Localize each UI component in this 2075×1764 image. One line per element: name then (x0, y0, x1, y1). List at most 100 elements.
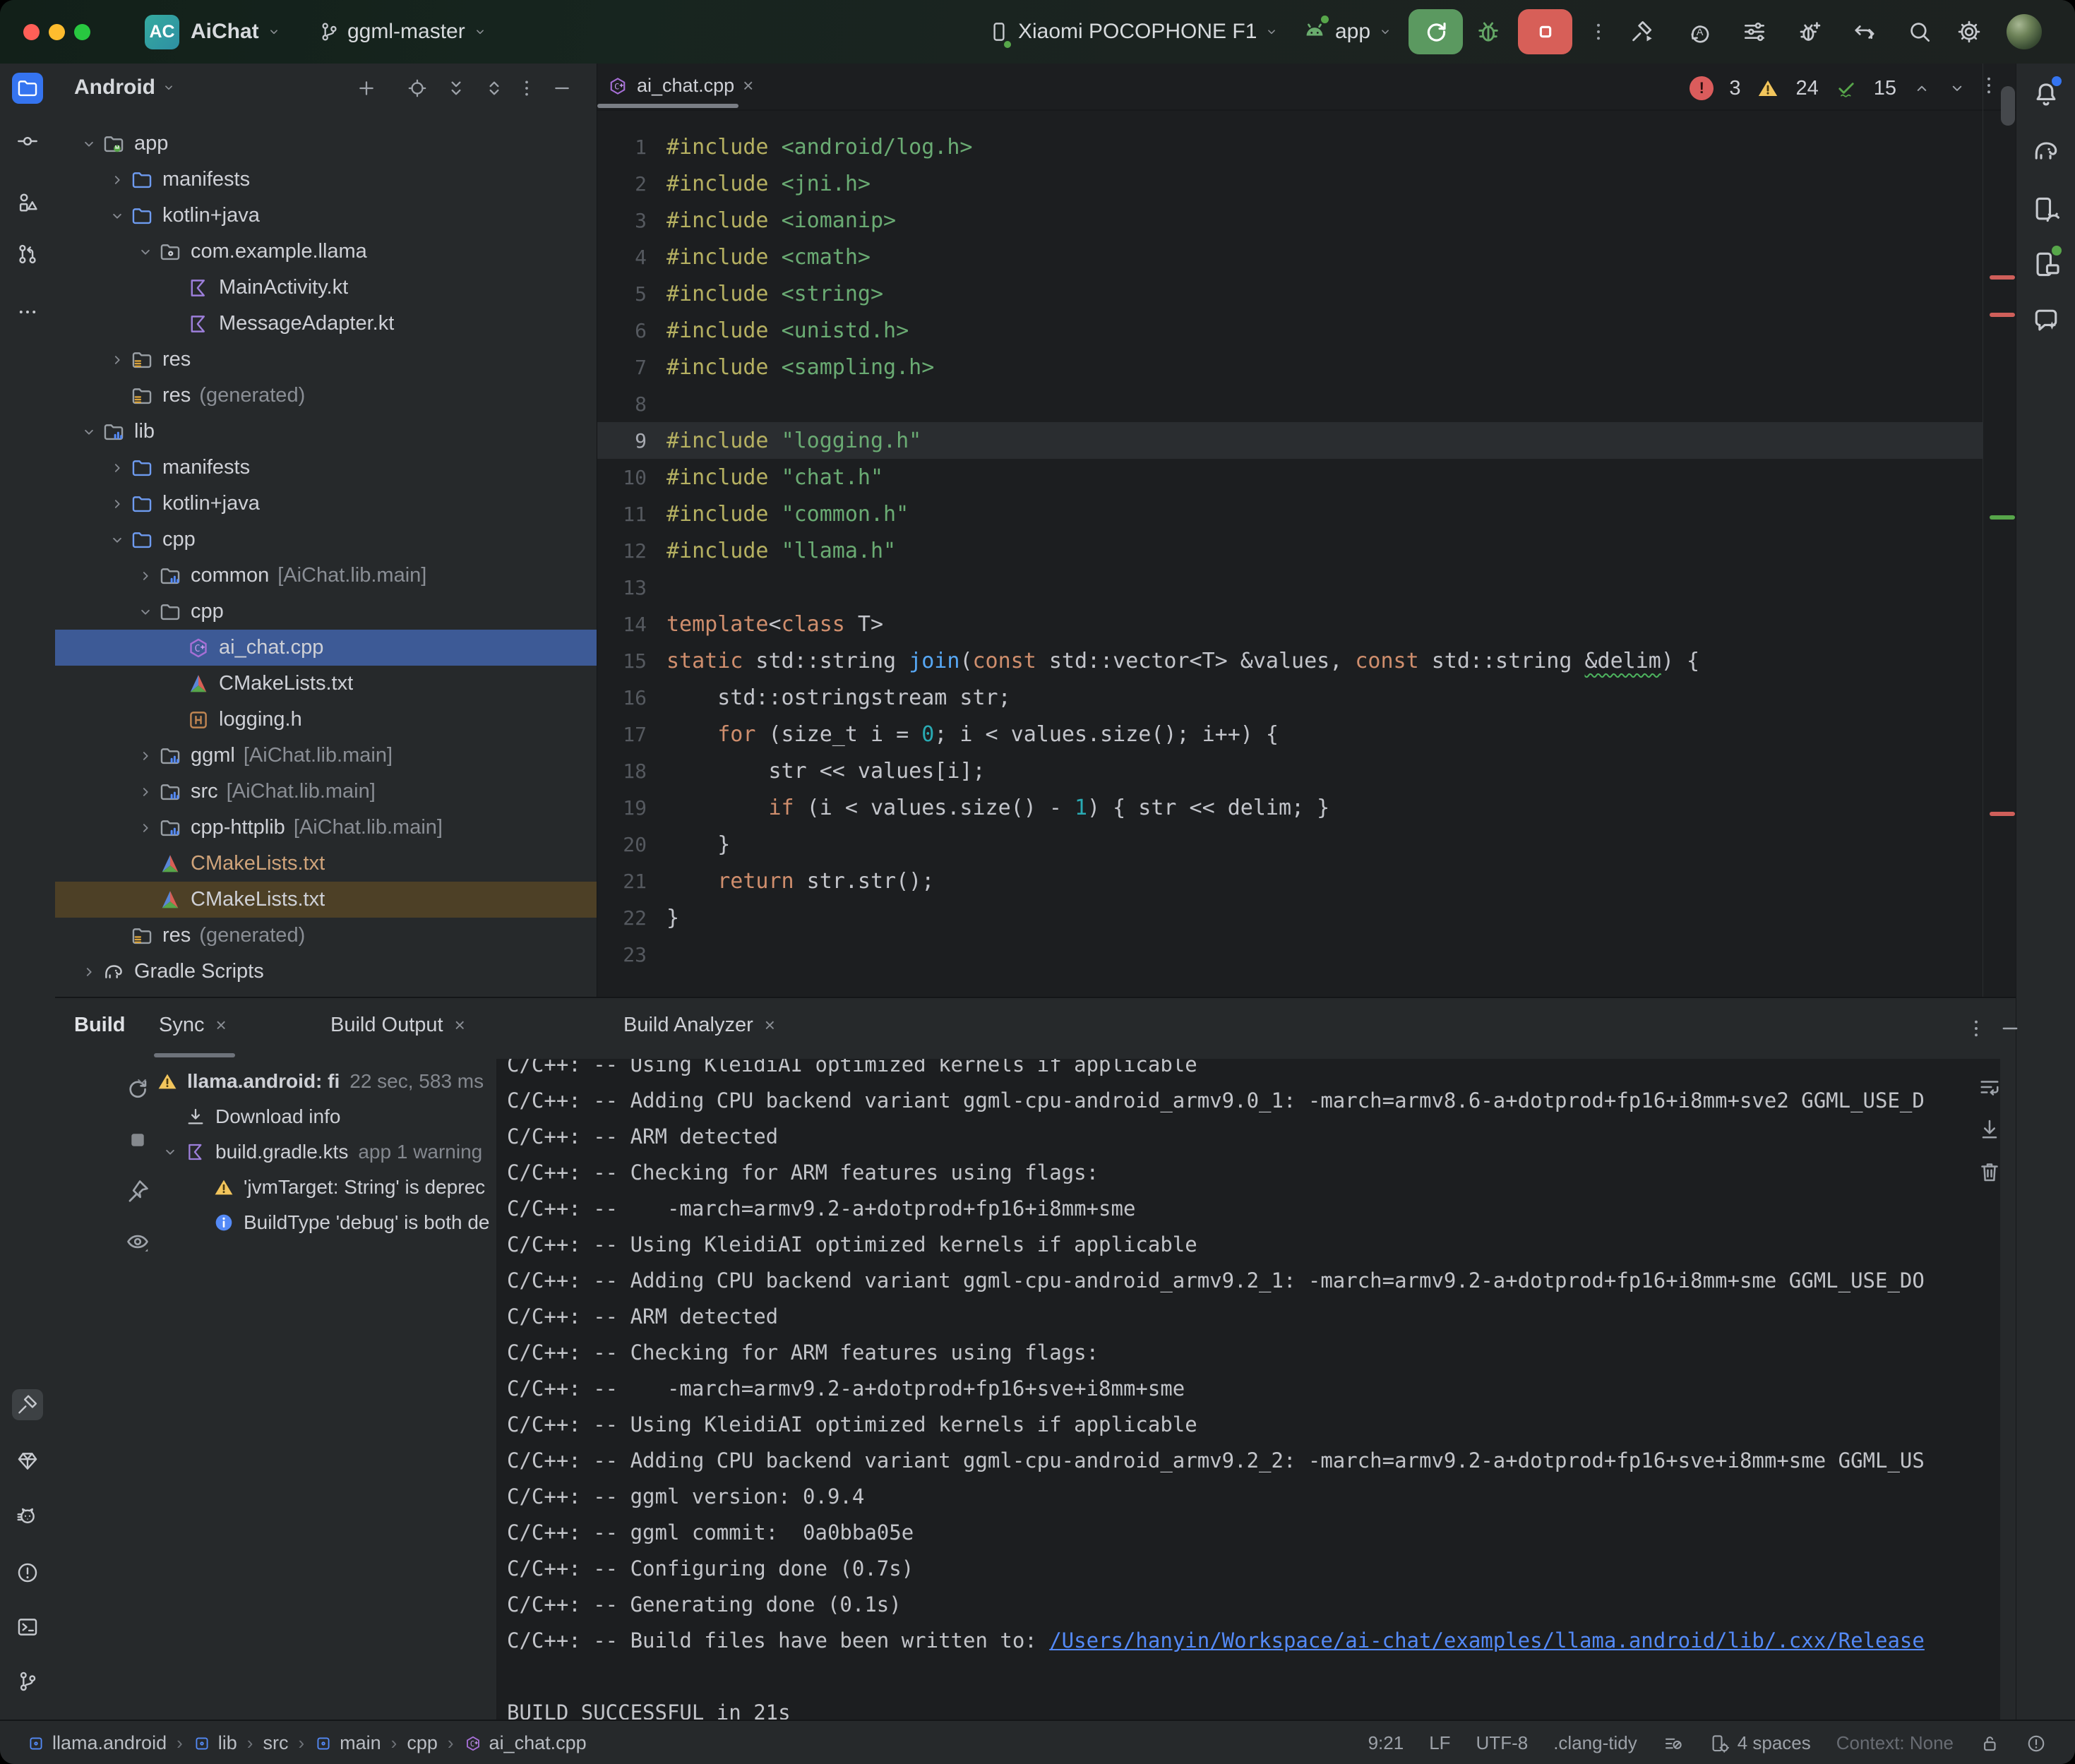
terminal-button[interactable] (12, 1612, 43, 1643)
hide-build-panel-button[interactable] (1998, 1016, 2022, 1040)
tree-item-messageadapter-kt[interactable]: MessageAdapter.kt (55, 306, 597, 342)
build-tree-item[interactable]: llama.android: fi22 sec, 583 ms (55, 1064, 493, 1099)
error-stripe-mark[interactable] (1990, 313, 2015, 317)
chevron-right-icon[interactable] (104, 347, 130, 373)
code-line-5[interactable]: 5#include <string> (597, 275, 1983, 312)
panel-options-button[interactable] (515, 77, 538, 100)
code-line-19[interactable]: 19 if (i < values.size() - 1) { str << d… (597, 789, 1983, 826)
gradle-button[interactable] (2031, 136, 2062, 167)
logcat-button[interactable] (12, 1502, 43, 1533)
device-selector[interactable]: Xiaomi POCOPHONE F1 (987, 0, 1279, 64)
code-line-23[interactable]: 23 (597, 936, 1983, 973)
chevron-down-icon[interactable] (104, 203, 130, 229)
code-line-9[interactable]: 9#include "logging.h" (597, 422, 1983, 459)
code-line-21[interactable]: 21 return str.str(); (597, 863, 1983, 899)
code-line-18[interactable]: 18 str << values[i]; (597, 752, 1983, 789)
search-button[interactable] (1906, 0, 1933, 64)
close-window-button[interactable] (23, 24, 40, 40)
chevron-right-icon[interactable] (104, 455, 130, 481)
ok-stripe-mark[interactable] (1990, 515, 2015, 520)
tree-item-res[interactable]: res (55, 342, 597, 378)
tree-item-cpp-httplib[interactable]: cpp-httplib[AiChat.lib.main] (55, 810, 597, 846)
build-console[interactable]: C/C++: -- Using KleidiAI optimized kerne… (496, 1059, 2000, 1721)
apply-changes-button[interactable]: A (1686, 0, 1713, 64)
pull-requests-button[interactable] (12, 239, 43, 270)
tree-item-manifests[interactable]: manifests (55, 162, 597, 198)
code-line-14[interactable]: 14template<class T> (597, 606, 1983, 642)
breadcrumb-item-ai-chat-cpp[interactable]: Cai_chat.cpp (464, 1732, 587, 1754)
rerun-button[interactable] (1409, 9, 1463, 54)
breadcrumb-item-lib[interactable]: lib (193, 1732, 237, 1754)
breadcrumb-item-main[interactable]: main (314, 1732, 381, 1754)
project-tool-button[interactable] (12, 73, 43, 104)
lock-icon[interactable] (1979, 1733, 2000, 1754)
soft-wrap-icon[interactable] (1977, 1074, 2002, 1100)
tree-item-cpp[interactable]: cpp (55, 522, 597, 558)
run-config-selector[interactable]: app (1301, 0, 1393, 64)
tree-item-kotlin-java[interactable]: kotlin+java (55, 486, 597, 522)
tree-item-mainactivity-kt[interactable]: MainActivity.kt (55, 270, 597, 306)
breadcrumb-item-src[interactable]: src (263, 1732, 288, 1754)
chevron-right-icon[interactable] (104, 167, 130, 193)
editor-scrollbar[interactable] (2001, 86, 2015, 126)
code-line-15[interactable]: 15static std::string join(const std::vec… (597, 642, 1983, 679)
tree-item-com-example-llama[interactable]: com.example.llama (55, 234, 597, 270)
tree-item-ai-chat-cpp[interactable]: Cai_chat.cpp (55, 630, 597, 666)
settings-button[interactable] (1956, 0, 1983, 64)
minimize-window-button[interactable] (49, 24, 65, 40)
code-line-1[interactable]: 1#include <android/log.h> (597, 128, 1983, 165)
build-tree-item[interactable]: BuildType 'debug' is both de (55, 1205, 493, 1240)
gemini-button[interactable] (2031, 305, 2062, 336)
collapse-all-button[interactable] (483, 77, 506, 100)
tree-item-cpp[interactable]: cpp (55, 594, 597, 630)
tree-item-ggml[interactable]: ggml[AiChat.lib.main] (55, 738, 597, 774)
device-manager-button[interactable] (2031, 194, 2062, 225)
clang-tidy-widget[interactable]: .clang-tidy (1553, 1732, 1637, 1754)
version-control-button[interactable] (12, 1666, 43, 1697)
close-tab-icon[interactable]: × (455, 1014, 465, 1036)
attach-debugger-button[interactable] (1796, 0, 1823, 64)
editor-options-button[interactable] (1977, 73, 2001, 97)
tree-item-app[interactable]: app (55, 126, 597, 162)
user-avatar[interactable] (2007, 14, 2042, 49)
chevron-right-icon[interactable] (133, 743, 158, 769)
tree-item-kotlin-java[interactable]: kotlin+java (55, 198, 597, 234)
code-line-20[interactable]: 20 } (597, 826, 1983, 863)
next-problem-icon[interactable] (1947, 78, 1967, 98)
caret-position[interactable]: 9:21 (1368, 1732, 1404, 1754)
chevron-down-icon[interactable] (133, 239, 158, 265)
code-line-22[interactable]: 22} (597, 899, 1983, 936)
code-line-17[interactable]: 17 for (size_t i = 0; i < values.size();… (597, 716, 1983, 752)
problems-button[interactable] (12, 1557, 43, 1588)
tree-item-common[interactable]: common[AiChat.lib.main] (55, 558, 597, 594)
code-editor[interactable]: 1#include <android/log.h>2#include <jni.… (597, 109, 1983, 1016)
close-tab-icon[interactable]: × (215, 1014, 226, 1036)
stop-button[interactable] (1518, 9, 1572, 54)
tree-item-manifests[interactable]: manifests (55, 450, 597, 486)
code-line-6[interactable]: 6#include <unistd.h> (597, 312, 1983, 349)
chevron-right-icon[interactable] (133, 563, 158, 589)
tab-build-output[interactable]: Build Output× (330, 1014, 465, 1037)
indent-widget[interactable]: 4 spaces (1709, 1732, 1811, 1754)
line-separator[interactable]: LF (1429, 1732, 1450, 1754)
file-encoding[interactable]: UTF-8 (1476, 1732, 1529, 1754)
chevron-down-icon[interactable] (156, 1138, 184, 1166)
notifications-button[interactable] (2031, 79, 2062, 110)
error-stripe-mark[interactable] (1990, 275, 2015, 280)
code-line-13[interactable]: 13 (597, 569, 1983, 606)
more-tools-button[interactable] (12, 296, 43, 328)
tree-item-res[interactable]: res(generated) (55, 918, 597, 954)
build-options-button[interactable] (1964, 1016, 1988, 1040)
build-tree-item[interactable]: build.gradle.ktsapp 1 warning (55, 1134, 493, 1170)
tree-item-cmakelists-txt[interactable]: CMakeLists.txt (55, 846, 597, 882)
code-line-2[interactable]: 2#include <jni.h> (597, 165, 1983, 202)
inspections-config-icon[interactable] (1663, 1733, 1684, 1754)
tree-item-gradle-scripts[interactable]: Gradle Scripts (55, 954, 597, 990)
context-widget[interactable]: Context: None (1836, 1732, 1954, 1754)
commit-tool-button[interactable] (12, 126, 43, 157)
project-view-selector[interactable]: Android (74, 76, 177, 100)
error-stripe-mark[interactable] (1990, 812, 2015, 816)
tree-item-logging-h[interactable]: logging.h (55, 702, 597, 738)
build-button[interactable] (1629, 0, 1656, 64)
close-tab-icon[interactable]: × (743, 75, 753, 97)
